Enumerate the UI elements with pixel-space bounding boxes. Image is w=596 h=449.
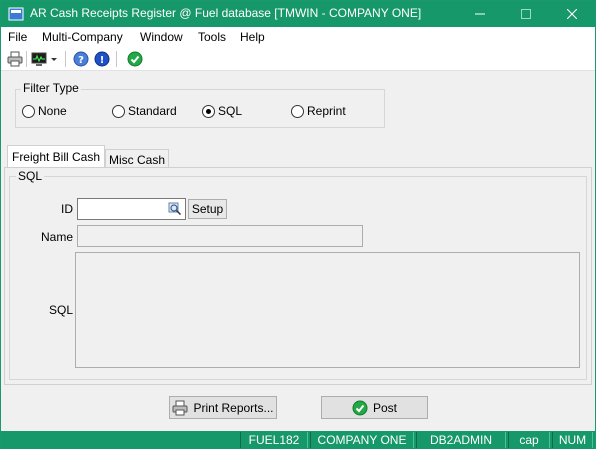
- printer-icon: [172, 400, 188, 415]
- id-label: ID: [61, 202, 73, 216]
- toolbar-separator: [26, 51, 27, 67]
- status-company: COMPANY ONE: [310, 432, 414, 448]
- status-user: DB2ADMIN: [416, 432, 506, 448]
- app-icon: [8, 7, 24, 21]
- check-icon: [352, 400, 368, 415]
- toolbar-separator: [65, 51, 66, 67]
- dropdown-arrow-icon[interactable]: [49, 51, 59, 67]
- menu-tools[interactable]: Tools: [198, 30, 226, 44]
- print-reports-button[interactable]: Print Reports...: [169, 396, 277, 419]
- menu-window[interactable]: Window: [140, 30, 183, 44]
- tab-panel: SQL ID Setup Name SQL: [4, 167, 592, 385]
- status-database: FUEL182: [240, 432, 308, 448]
- radio-circle[interactable]: [112, 104, 125, 118]
- monitor-icon[interactable]: [31, 51, 47, 67]
- sql-label: SQL: [48, 303, 73, 317]
- svg-text:!: !: [100, 55, 105, 66]
- radio-circle[interactable]: [291, 104, 304, 118]
- setup-button[interactable]: Setup: [188, 199, 227, 219]
- menu-file[interactable]: File: [8, 30, 27, 44]
- lookup-icon[interactable]: [168, 202, 182, 216]
- radio-circle[interactable]: [22, 104, 35, 118]
- filter-type-label: Filter Type: [21, 81, 81, 95]
- minimize-button[interactable]: [457, 1, 503, 27]
- maximize-button[interactable]: [503, 1, 549, 27]
- post-button[interactable]: Post: [321, 396, 428, 419]
- status-bar: FUEL182 COMPANY ONE DB2ADMIN cap NUM: [1, 431, 595, 449]
- radio-sql-label: SQL: [218, 104, 243, 118]
- maximize-icon: [521, 9, 531, 19]
- close-button[interactable]: [549, 1, 595, 27]
- post-label: Post: [372, 400, 397, 415]
- app-window: AR Cash Receipts Register @ Fuel databas…: [0, 0, 596, 449]
- radio-none[interactable]: None: [22, 104, 67, 118]
- id-field[interactable]: [77, 198, 186, 220]
- tab-freight-bill-cash[interactable]: Freight Bill Cash: [7, 145, 105, 167]
- info-icon[interactable]: !: [94, 51, 110, 67]
- printer-icon[interactable]: [7, 51, 23, 67]
- toolbar-separator: [116, 51, 117, 67]
- radio-none-label: None: [38, 104, 67, 118]
- menu-bar: File Multi-Company Window Tools Help: [1, 27, 595, 47]
- print-reports-label: Print Reports...: [193, 400, 274, 415]
- toolbar: ? !: [1, 47, 595, 71]
- check-icon[interactable]: [127, 51, 143, 67]
- name-label: Name: [40, 230, 73, 244]
- radio-reprint[interactable]: Reprint: [291, 104, 346, 118]
- sql-group-label: SQL: [16, 169, 45, 183]
- close-icon: [567, 9, 577, 19]
- title-bar[interactable]: AR Cash Receipts Register @ Fuel databas…: [1, 1, 595, 27]
- radio-sql[interactable]: SQL: [202, 104, 242, 118]
- status-num: NUM: [552, 432, 593, 448]
- window-title: AR Cash Receipts Register @ Fuel databas…: [30, 6, 422, 20]
- menu-multi-company[interactable]: Multi-Company: [42, 30, 123, 44]
- radio-reprint-label: Reprint: [307, 104, 346, 118]
- menu-help[interactable]: Help: [240, 30, 265, 44]
- minimize-icon: [475, 13, 485, 15]
- radio-circle-selected[interactable]: [202, 104, 215, 118]
- name-field[interactable]: [77, 225, 363, 247]
- status-caps: cap: [508, 432, 550, 448]
- radio-standard-label: Standard: [128, 104, 177, 118]
- sql-textarea[interactable]: [75, 252, 580, 368]
- radio-standard[interactable]: Standard: [112, 104, 177, 118]
- svg-text:?: ?: [78, 55, 84, 66]
- help-icon[interactable]: ?: [73, 51, 89, 67]
